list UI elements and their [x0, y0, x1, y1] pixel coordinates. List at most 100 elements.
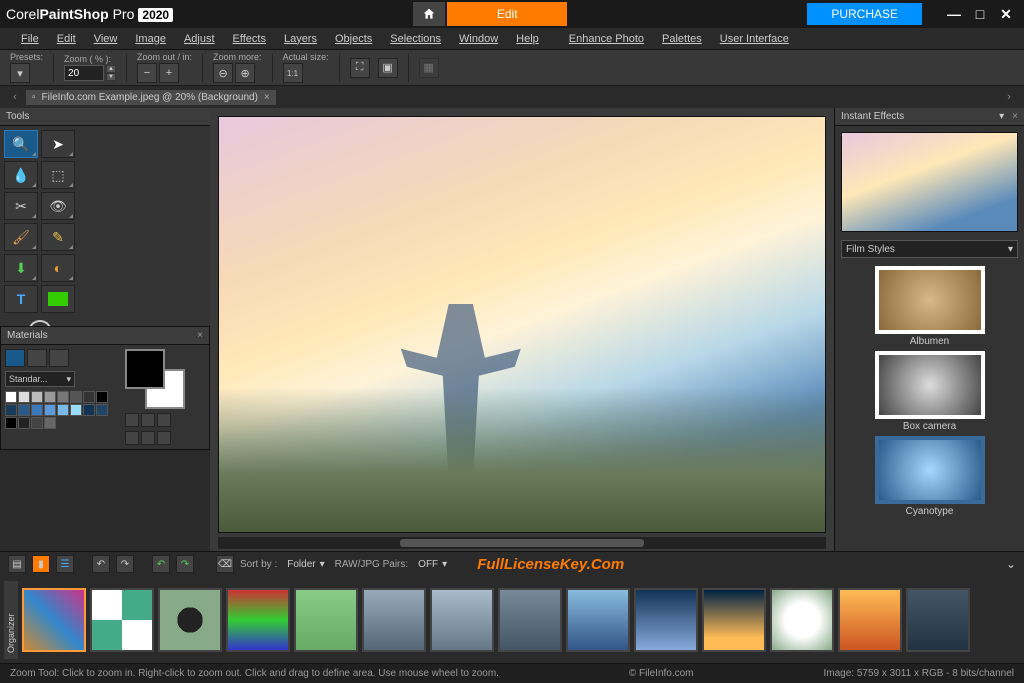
color-swatch[interactable]: [31, 417, 43, 429]
organizer-delete[interactable]: ⌫: [216, 555, 234, 573]
thumbnail[interactable]: [22, 588, 86, 652]
minimize-button[interactable]: —: [946, 6, 962, 22]
organizer-collapse-button[interactable]: ⌄: [1006, 557, 1016, 571]
home-button[interactable]: [413, 2, 445, 26]
thumbnail[interactable]: [226, 588, 290, 652]
actual-size-button[interactable]: 1:1: [283, 63, 303, 83]
zoom-out-button[interactable]: −: [137, 63, 157, 83]
pencil-tool[interactable]: ✎: [41, 223, 75, 251]
organizer-tab[interactable]: Organizer: [4, 581, 18, 659]
color-swatch[interactable]: [18, 391, 30, 403]
thumbnail[interactable]: [430, 588, 494, 652]
color-swatch[interactable]: [57, 404, 69, 416]
close-document-button[interactable]: ×: [264, 92, 270, 103]
menu-palettes[interactable]: Palettes: [653, 30, 711, 48]
color-swatch[interactable]: [44, 404, 56, 416]
maximize-button[interactable]: □: [972, 6, 988, 22]
organizer-redo[interactable]: ↷: [176, 555, 194, 573]
zoom-tool[interactable]: 🔍: [4, 130, 38, 158]
color-swatch[interactable]: [31, 391, 43, 403]
color-swatch[interactable]: [57, 391, 69, 403]
menu-layers[interactable]: Layers: [275, 30, 326, 48]
close-button[interactable]: ✕: [998, 6, 1014, 22]
menu-adjust[interactable]: Adjust: [175, 30, 224, 48]
fit-image-button[interactable]: ▣: [378, 58, 398, 78]
thumbnail[interactable]: [158, 588, 222, 652]
materials-opt-2[interactable]: [141, 413, 155, 427]
materials-mode-swatches[interactable]: [5, 349, 25, 367]
color-swatch[interactable]: [96, 391, 108, 403]
color-swatch[interactable]: [5, 417, 17, 429]
thumbnail[interactable]: [294, 588, 358, 652]
color-swatch[interactable]: [5, 391, 17, 403]
sort-by-dropdown[interactable]: Folder ▾: [283, 558, 328, 571]
color-swatch[interactable]: [70, 391, 82, 403]
color-swatch[interactable]: [18, 417, 30, 429]
presets-dropdown[interactable]: ▾: [10, 63, 30, 83]
organizer-view-list[interactable]: ☰: [56, 555, 74, 573]
move-tool[interactable]: ➤: [41, 130, 75, 158]
effect-category-dropdown[interactable]: Film Styles▾: [841, 240, 1018, 258]
grid-button[interactable]: ▦: [419, 58, 439, 78]
canvas-area[interactable]: [210, 108, 834, 551]
color-swatch[interactable]: [18, 404, 30, 416]
paintbrush-tool[interactable]: 🖌: [4, 223, 38, 251]
materials-style-dropdown[interactable]: Standar...▾: [5, 371, 75, 387]
thumbnail[interactable]: [838, 588, 902, 652]
effect-item-cyanotype[interactable]: Cyanotype: [841, 434, 1018, 517]
purchase-button[interactable]: PURCHASE: [807, 3, 922, 25]
effect-item-box-camera[interactable]: Box camera: [841, 349, 1018, 432]
redeye-tool[interactable]: 👁: [41, 192, 75, 220]
color-swatch[interactable]: [83, 391, 95, 403]
organizer-view-thumbs[interactable]: ▮: [32, 555, 50, 573]
thumbnail[interactable]: [770, 588, 834, 652]
materials-mode-history[interactable]: [49, 349, 69, 367]
menu-effects[interactable]: Effects: [224, 30, 275, 48]
color-swatch[interactable]: [5, 404, 17, 416]
zoom-input[interactable]: [64, 65, 104, 81]
thumbnail[interactable]: [90, 588, 154, 652]
color-swatch[interactable]: [44, 391, 56, 403]
thumbnail[interactable]: [702, 588, 766, 652]
color-tool[interactable]: [41, 285, 75, 313]
organizer-nav-button[interactable]: ▤: [8, 555, 26, 573]
organizer-rotate-right[interactable]: ↷: [116, 555, 134, 573]
zoom-in-more-button[interactable]: ⊕: [235, 63, 255, 83]
foreground-color-swatch[interactable]: [125, 349, 165, 389]
zoom-out-more-button[interactable]: ⊖: [213, 63, 233, 83]
menu-file[interactable]: File: [12, 30, 48, 48]
color-swatch[interactable]: [31, 404, 43, 416]
raw-pairs-dropdown[interactable]: OFF ▾: [414, 558, 451, 571]
zoom-spinner[interactable]: ▲▼: [106, 65, 116, 81]
document-tab[interactable]: ▫ FileInfo.com Example.jpeg @ 20% (Backg…: [26, 90, 276, 105]
menu-objects[interactable]: Objects: [326, 30, 381, 48]
materials-opt-1[interactable]: [125, 413, 139, 427]
tab-scroll-right[interactable]: ›: [1002, 91, 1016, 103]
text-tool[interactable]: T: [4, 285, 38, 313]
menu-view[interactable]: View: [85, 30, 127, 48]
materials-opt-5[interactable]: [141, 431, 155, 445]
menu-user-interface[interactable]: User Interface: [711, 30, 798, 48]
color-swatch[interactable]: [96, 404, 108, 416]
fit-window-button[interactable]: ⛶: [350, 58, 370, 78]
color-swatch[interactable]: [70, 404, 82, 416]
tab-scroll-left[interactable]: ‹: [8, 91, 22, 103]
menu-edit[interactable]: Edit: [48, 30, 85, 48]
instant-effects-menu[interactable]: ▾: [999, 111, 1004, 122]
horizontal-scrollbar[interactable]: [218, 537, 826, 549]
organizer-rotate-left[interactable]: ↶: [92, 555, 110, 573]
menu-enhance-photo[interactable]: Enhance Photo: [560, 30, 653, 48]
effect-item-albumen[interactable]: Albumen: [841, 264, 1018, 347]
color-swatch[interactable]: [44, 417, 56, 429]
materials-mode-rainbow[interactable]: [27, 349, 47, 367]
menu-window[interactable]: Window: [450, 30, 507, 48]
thumbnail[interactable]: [906, 588, 970, 652]
thumbnail[interactable]: [634, 588, 698, 652]
thumbnail[interactable]: [498, 588, 562, 652]
materials-opt-3[interactable]: [157, 413, 171, 427]
color-swatch[interactable]: [83, 404, 95, 416]
menu-help[interactable]: Help: [507, 30, 548, 48]
picture-tube-tool[interactable]: ⬇: [4, 254, 38, 282]
organizer-undo[interactable]: ↶: [152, 555, 170, 573]
materials-opt-6[interactable]: [157, 431, 171, 445]
